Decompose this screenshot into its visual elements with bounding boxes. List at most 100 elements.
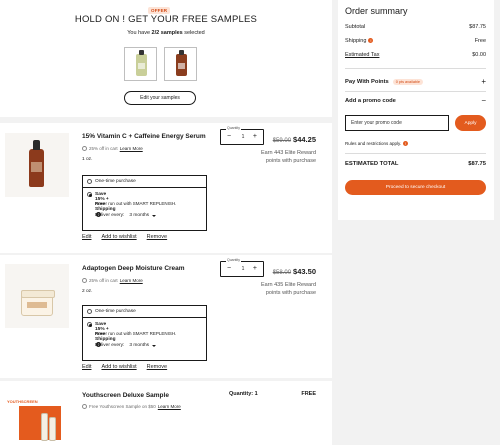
tax-row: Estimated Tax $0.00 xyxy=(345,52,486,58)
samples-count: You have 2/2 samples selected xyxy=(0,30,332,36)
product-image[interactable]: YOUTHSCREEN xyxy=(5,389,69,444)
tag-icon xyxy=(82,146,87,151)
add-to-wishlist-link[interactable]: Add to wishlist xyxy=(101,364,136,370)
one-time-label: One-time purchase xyxy=(95,179,136,184)
item-actions: Edit Add to wishlist Remove xyxy=(82,364,167,370)
cart-item: YOUTHSCREEN Youthscreen Deluxe Sample Fr… xyxy=(0,381,332,445)
one-time-option[interactable]: One-time purchase xyxy=(83,306,206,318)
shipping-label: Shipping xyxy=(345,38,367,44)
sale-price: $44.25 xyxy=(293,135,316,144)
delivery-frequency-select[interactable]: 3 months xyxy=(129,213,157,218)
subscribe-note: Never run out with SMART REPLENISH. xyxy=(95,201,177,206)
price-block: $58.00 $43.50 Earn 435 Elite Reward point… xyxy=(254,261,316,297)
deliver-label: Deliver every: xyxy=(95,213,125,218)
promo-text: 25% off in cart xyxy=(89,146,118,151)
total-value: $87.75 xyxy=(468,161,486,167)
add-to-wishlist-link[interactable]: Add to wishlist xyxy=(101,234,136,240)
offer-badge: OFFER xyxy=(148,7,171,14)
one-time-radio[interactable] xyxy=(87,179,92,184)
summary-title: Order summary xyxy=(345,6,408,16)
one-time-option[interactable]: One-time purchase xyxy=(83,176,206,188)
sample-bottle-image xyxy=(136,50,147,76)
estimated-tax-link[interactable]: Estimated Tax xyxy=(345,52,379,58)
product-promo: 25% off in cart Learn More xyxy=(82,146,143,151)
plus-icon[interactable]: + xyxy=(481,78,486,86)
one-time-radio[interactable] xyxy=(87,309,92,314)
tag-icon xyxy=(82,278,87,283)
promo-code-label: Add a promo code xyxy=(345,98,396,104)
samples-heading: HOLD ON ! GET YOUR FREE SAMPLES xyxy=(74,14,258,25)
subscribe-radio[interactable] xyxy=(87,192,92,197)
caret-down-icon xyxy=(152,214,157,217)
reward-points-text: Earn 443 Elite Reward points with purcha… xyxy=(260,150,316,164)
pay-with-points-label: Pay With Points xyxy=(345,79,389,85)
purchase-options: One-time purchase Save 15% + Free Shippi… xyxy=(82,305,207,361)
reward-points-text: Earn 435 Elite Reward points with purcha… xyxy=(260,282,316,296)
total-label: ESTIMATED TOTAL xyxy=(345,161,399,167)
subscribe-note: Never run out with SMART REPLENISH. xyxy=(95,331,177,336)
divider xyxy=(345,91,486,92)
product-image[interactable] xyxy=(5,133,69,197)
original-price: $58.00 xyxy=(272,270,292,276)
product-image[interactable] xyxy=(5,264,69,328)
free-samples-panel: OFFER HOLD ON ! GET YOUR FREE SAMPLES Yo… xyxy=(0,0,332,117)
price-block: $59.00 $44.25 Earn 443 Elite Reward point… xyxy=(254,129,316,165)
free-price: FREE xyxy=(301,391,316,397)
checkout-button[interactable]: Proceed to secure checkout xyxy=(345,180,486,195)
quantity-label: Quantity xyxy=(226,258,242,262)
learn-more-link[interactable]: Learn More xyxy=(120,146,143,151)
product-name[interactable]: Adaptogen Deep Moisture Cream xyxy=(82,265,185,272)
product-size: 1 oz. xyxy=(82,157,93,162)
one-time-label: One-time purchase xyxy=(95,309,136,314)
promo-code-input[interactable] xyxy=(345,115,449,131)
tax-value: $0.00 xyxy=(472,52,486,58)
edit-samples-button[interactable]: Edit your samples xyxy=(124,91,196,105)
cart-item: 15% Vitamin C + Caffeine Energy Serum 25… xyxy=(0,123,332,253)
info-icon[interactable]: ! xyxy=(403,141,409,146)
apply-promo-button[interactable]: Apply xyxy=(455,115,486,131)
product-promo: 25% off in cart Learn More xyxy=(82,278,143,283)
sample-thumbnail[interactable] xyxy=(164,47,197,81)
subtotal-value: $87.75 xyxy=(469,24,486,30)
cart-item: Adaptogen Deep Moisture Cream 25% off in… xyxy=(0,255,332,378)
subscribe-radio[interactable] xyxy=(87,322,92,327)
product-promo: Free Youthscreen Sample on $50 Learn Mor… xyxy=(82,404,181,409)
delivery-frequency-select[interactable]: 3 months xyxy=(129,343,157,348)
sale-price: $43.50 xyxy=(293,267,316,276)
sample-thumbnail[interactable] xyxy=(124,47,157,81)
divider xyxy=(345,68,486,69)
sample-bottle-image xyxy=(176,50,187,76)
promo-text: 25% off in cart xyxy=(89,278,118,283)
remove-link[interactable]: Remove xyxy=(147,364,167,370)
order-summary: Order summary Subtotal $87.75 Shipping! … xyxy=(338,0,494,220)
pay-with-points-row[interactable]: Pay With Points 0 pts available + xyxy=(345,78,486,86)
product-name[interactable]: 15% Vitamin C + Caffeine Energy Serum xyxy=(82,133,206,140)
divider xyxy=(345,153,486,154)
edit-link[interactable]: Edit xyxy=(82,364,91,370)
points-badge: 0 pts available xyxy=(392,79,424,85)
rules-text: Rules and restrictions apply.! xyxy=(345,141,409,146)
learn-more-link[interactable]: Learn More xyxy=(158,404,181,409)
remove-link[interactable]: Remove xyxy=(147,234,167,240)
purchase-options: One-time purchase Save 15% + Free Shippi… xyxy=(82,175,207,231)
samples-count-value: 2/2 samples xyxy=(151,30,183,36)
learn-more-link[interactable]: Learn More xyxy=(120,278,143,283)
product-image-text: YOUTHSCREEN xyxy=(7,399,38,404)
deliver-label: Deliver every: xyxy=(95,343,125,348)
shipping-row: Shipping! Free xyxy=(345,38,486,44)
product-size: 2 oz. xyxy=(82,289,93,294)
subtotal-label: Subtotal xyxy=(345,24,366,30)
samples-count-prefix: You have xyxy=(127,30,152,36)
samples-count-suffix: selected xyxy=(182,30,205,36)
info-icon[interactable]: ! xyxy=(368,38,374,44)
delivery-frequency: Deliver every: 3 months xyxy=(95,343,157,348)
rules-label: Rules and restrictions apply. xyxy=(345,141,402,146)
subtotal-row: Subtotal $87.75 xyxy=(345,24,486,30)
promo-code-row[interactable]: Add a promo code − xyxy=(345,97,486,105)
minus-icon[interactable]: − xyxy=(481,97,486,105)
edit-link[interactable]: Edit xyxy=(82,234,91,240)
caret-down-icon xyxy=(152,344,157,347)
cart-column: OFFER HOLD ON ! GET YOUR FREE SAMPLES Yo… xyxy=(0,0,332,445)
original-price: $59.00 xyxy=(272,138,292,144)
shipping-value: Free xyxy=(474,38,486,44)
